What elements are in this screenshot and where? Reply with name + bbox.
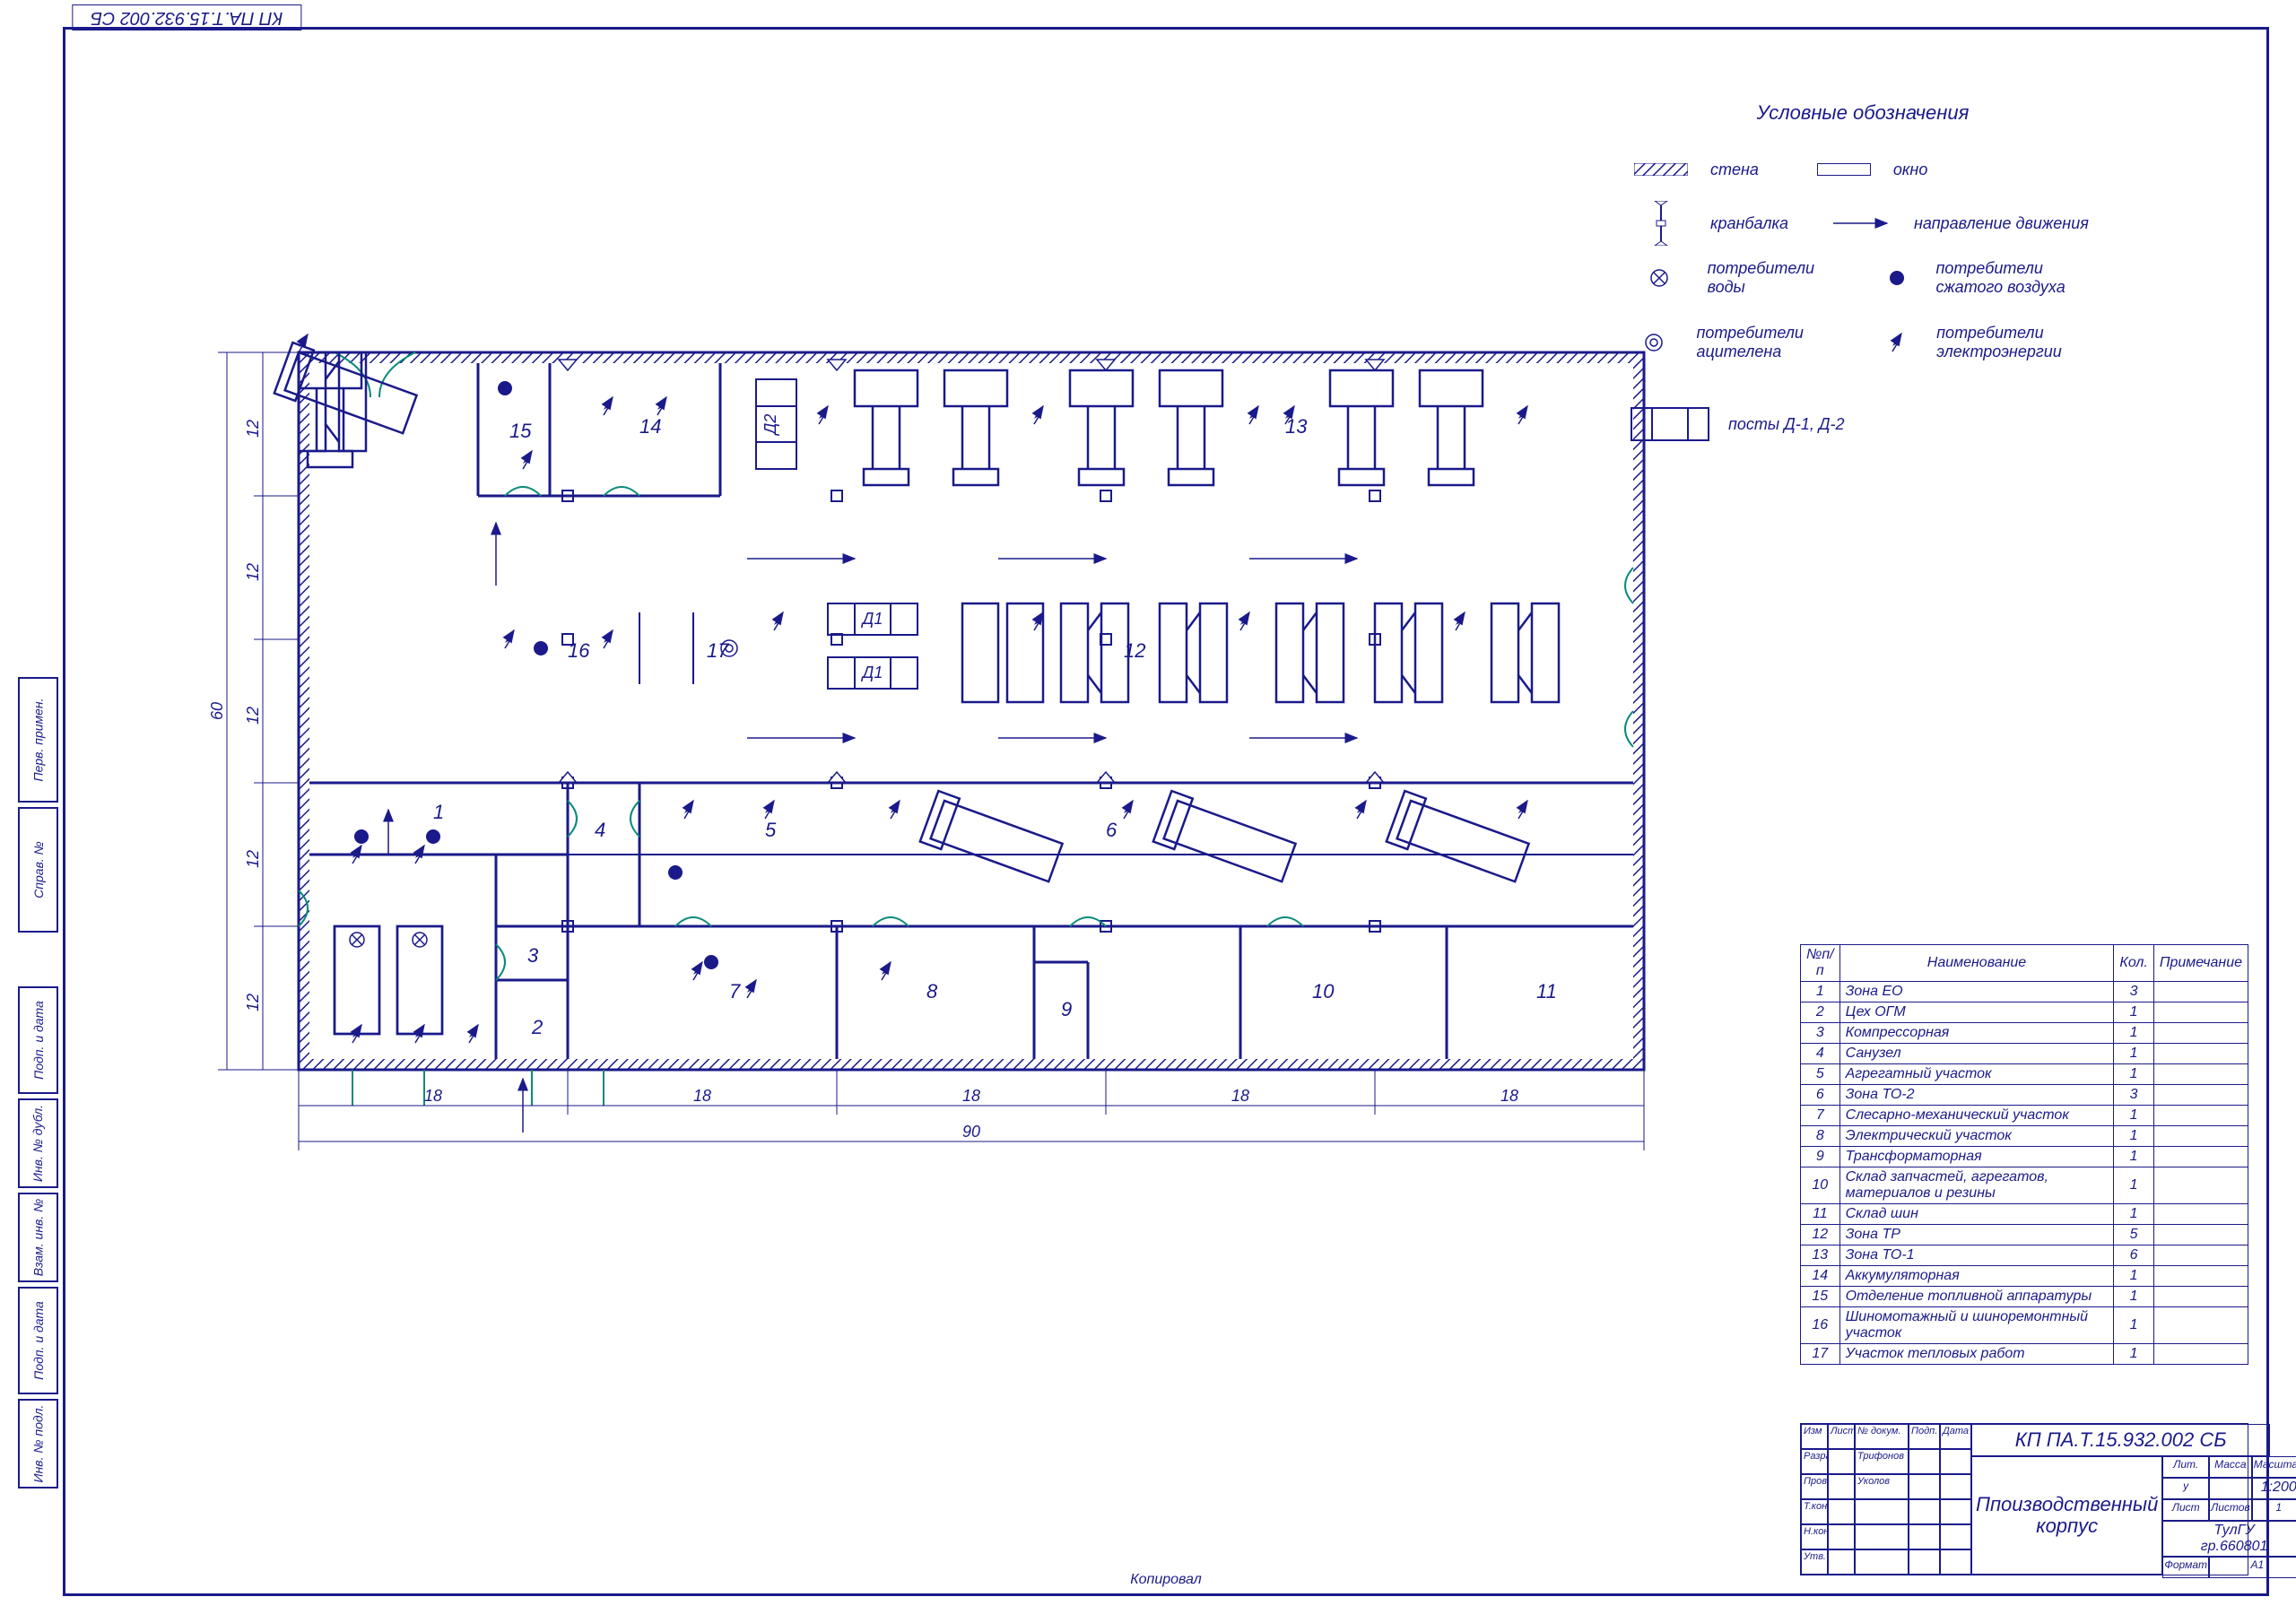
table-row: 2Цех ОГМ1 <box>1801 1002 2248 1023</box>
svg-text:18: 18 <box>693 1087 711 1105</box>
table-row: 16Шиномотажный и шиноремонтный участок1 <box>1801 1307 2248 1344</box>
table-row: 3Компрессорная1 <box>1801 1023 2248 1044</box>
table-row: 7Слесарно-механический участок1 <box>1801 1106 2248 1126</box>
svg-text:7: 7 <box>729 980 741 1002</box>
svg-text:Д1: Д1 <box>861 664 883 681</box>
svg-text:13: 13 <box>1285 415 1308 438</box>
svg-text:12: 12 <box>244 850 262 868</box>
svg-text:12: 12 <box>244 707 262 725</box>
svg-text:Д1: Д1 <box>861 610 883 628</box>
legend-title: Условные обозначения <box>1630 101 2096 125</box>
svg-text:11: 11 <box>1536 980 1557 1002</box>
table-row: 11Склад шин1 <box>1801 1204 2248 1225</box>
drawing-code: КП ПА.Т.15.932.002 СБ <box>1971 1424 2270 1456</box>
table-row: 14Аккумуляторная1 <box>1801 1266 2248 1287</box>
svg-text:18: 18 <box>424 1087 442 1105</box>
table-row: 4Санузел1 <box>1801 1044 2248 1064</box>
svg-text:17: 17 <box>707 639 729 662</box>
svg-text:12: 12 <box>244 994 262 1011</box>
drawing-title: Ппоизводственный корпус <box>1971 1456 2162 1575</box>
svg-text:2: 2 <box>531 1016 543 1038</box>
svg-text:18: 18 <box>1500 1087 1518 1105</box>
svg-text:5: 5 <box>765 819 777 841</box>
title-block: ИзмЛист№ докум.Подп.Дата Разраб.Трифонов… <box>1800 1423 2248 1575</box>
svg-text:18: 18 <box>1231 1087 1249 1105</box>
table-row: 17Участок тепловых работ1 <box>1801 1344 2248 1365</box>
table-row: 6Зона ТО-23 <box>1801 1085 2248 1106</box>
svg-text:8: 8 <box>926 980 938 1002</box>
svg-text:4: 4 <box>595 819 605 841</box>
table-row: 10Склад запчастей, агрегатов, материалов… <box>1801 1167 2248 1204</box>
table-row: 12Зона ТР5 <box>1801 1225 2248 1245</box>
svg-text:9: 9 <box>1061 998 1072 1020</box>
table-row: 9Трансформаторная1 <box>1801 1147 2248 1167</box>
table-row: 15Отделение топливной аппаратуры1 <box>1801 1287 2248 1307</box>
svg-text:6: 6 <box>1106 819 1118 841</box>
table-row: 5Агрегатный участок1 <box>1801 1064 2248 1085</box>
svg-text:1: 1 <box>433 801 444 823</box>
svg-text:10: 10 <box>1312 980 1335 1002</box>
svg-text:3: 3 <box>527 944 539 967</box>
legend: Условные обозначения стена окно кранбалк… <box>1630 101 2096 460</box>
table-row: 13Зона ТО-16 <box>1801 1245 2248 1266</box>
table-row: 8Электрический участок1 <box>1801 1126 2248 1147</box>
svg-text:12: 12 <box>244 420 262 438</box>
svg-text:18: 18 <box>962 1087 980 1105</box>
spec-table: №п/п Наименование Кол. Примечание 1Зона … <box>1800 944 2248 1365</box>
table-row: 1Зона ЕО3 <box>1801 982 2248 1002</box>
floor-plan: Д2 <box>191 299 1761 1375</box>
svg-text:14: 14 <box>639 415 661 438</box>
svg-text:16: 16 <box>568 639 590 662</box>
svg-text:Д2: Д2 <box>761 414 779 437</box>
svg-text:12: 12 <box>1124 639 1145 662</box>
bottom-label: Копировал <box>1130 1572 1202 1588</box>
svg-text:60: 60 <box>208 702 226 720</box>
drawing-frame: Д2 <box>63 27 2269 1596</box>
svg-text:12: 12 <box>244 563 262 581</box>
svg-text:15: 15 <box>509 420 532 442</box>
svg-text:90: 90 <box>962 1123 980 1141</box>
gost-sidebar: Инв. № подл. Подп. и дата Взам. инв. № И… <box>18 27 58 1596</box>
